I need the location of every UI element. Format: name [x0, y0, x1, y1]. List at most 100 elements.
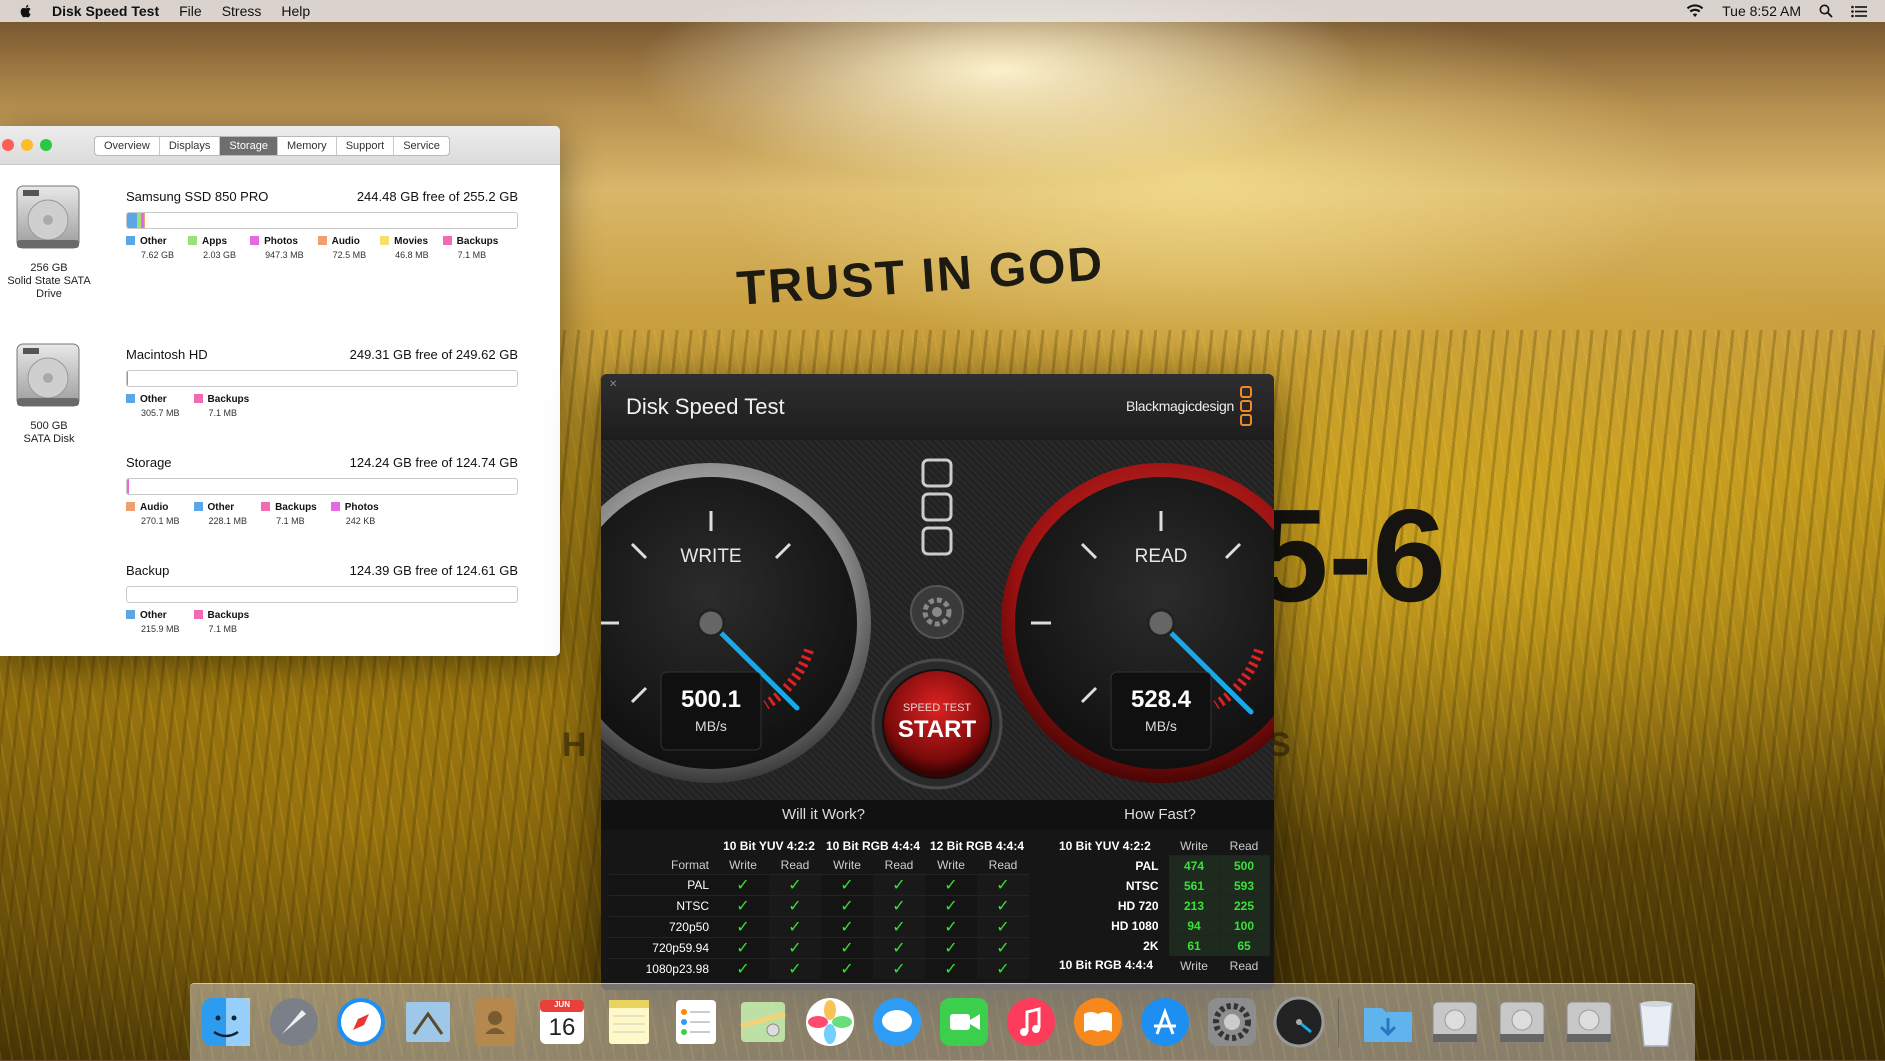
wallpaper-left-fragment: H [562, 726, 587, 764]
format-name: NTSC [609, 895, 717, 917]
codec-group-header: 10 Bit RGB 4:4:4 [825, 838, 921, 853]
speedtest-header[interactable]: ✕ Disk Speed Test Blackmagicdesign [601, 374, 1274, 441]
menu-clock[interactable]: Tue 8:52 AM [1722, 3, 1801, 19]
zoom-button[interactable] [40, 139, 52, 151]
speed-test-start-button[interactable]: SPEED TEST START [883, 670, 991, 778]
legend-item: Other 305.7 MB [126, 394, 180, 418]
volume-free: 244.48 GB free of 255.2 GB [356, 189, 518, 204]
close-button[interactable] [2, 139, 14, 151]
tab-overview[interactable]: Overview [95, 137, 160, 155]
results-header-bar: Will it Work? How Fast? [601, 800, 1274, 830]
legend-item: Apps 2.03 GB [188, 236, 236, 260]
menu-stress[interactable]: Stress [222, 3, 262, 19]
safari-icon[interactable] [333, 994, 389, 1050]
maps-icon[interactable] [735, 994, 791, 1050]
notes-icon[interactable] [601, 994, 657, 1050]
close-icon[interactable]: ✕ [609, 380, 619, 390]
check-icon: ✓ [977, 916, 1029, 938]
read-unit: MB/s [1145, 718, 1177, 734]
write-column-header: Write [1180, 838, 1208, 853]
gauge-area: WRITE 500.1 MB/s READ 528.4 MB/s SPEED T… [601, 440, 1274, 800]
speed-read-value: 65 [1218, 935, 1270, 956]
check-icon: ✓ [873, 937, 925, 959]
app-store-icon[interactable] [1137, 994, 1193, 1050]
wifi-icon[interactable] [1686, 4, 1704, 18]
downloads-folder-icon[interactable] [1360, 994, 1416, 1050]
system-information-window: Overview Displays Storage Memory Support… [0, 126, 560, 656]
write-column-header: Write [937, 857, 965, 872]
check-icon: ✓ [821, 895, 873, 917]
table-row: NTSC ✓ ✓ ✓ ✓ ✓ ✓ [609, 895, 1029, 917]
check-icon: ✓ [873, 874, 925, 896]
messages-icon[interactable] [869, 994, 925, 1050]
speed-write-value: 474 [1168, 855, 1220, 876]
check-icon: ✓ [977, 895, 1029, 917]
window-titlebar[interactable]: Overview Displays Storage Memory Support… [0, 126, 560, 165]
drive-icon[interactable] [1494, 994, 1550, 1050]
calendar-month: JUN [553, 1000, 570, 1009]
tab-service[interactable]: Service [394, 137, 449, 155]
menu-app-name[interactable]: Disk Speed Test [52, 3, 159, 19]
volume-legend: Other 305.7 MB Backups 7.1 MB [126, 394, 263, 418]
tab-memory[interactable]: Memory [278, 137, 337, 155]
drive-icon[interactable] [1427, 994, 1483, 1050]
trash-icon[interactable] [1628, 994, 1684, 1050]
speed-format-name: HD 720 [1117, 898, 1159, 913]
start-button-small-label: SPEED TEST [902, 702, 972, 714]
volume-usage-bar [126, 478, 518, 495]
format-name: 1080p23.98 [609, 958, 717, 979]
volume-usage-bar [126, 212, 518, 229]
drive-icon[interactable] [1561, 994, 1617, 1050]
check-icon: ✓ [873, 895, 925, 917]
read-value: 528.4 [1130, 686, 1192, 713]
brand-name: Blackmagicdesign [1125, 398, 1234, 414]
spotlight-search-icon[interactable] [1819, 4, 1833, 18]
ibooks-icon[interactable] [1070, 994, 1126, 1050]
facetime-icon[interactable] [936, 994, 992, 1050]
check-icon: ✓ [925, 916, 977, 938]
write-column-header: Write [1180, 958, 1208, 973]
table-row: 1080p23.98 ✓ ✓ ✓ ✓ ✓ ✓ [609, 958, 1029, 979]
menu-file[interactable]: File [179, 3, 202, 19]
itunes-icon[interactable] [1003, 994, 1059, 1050]
menu-help[interactable]: Help [281, 3, 310, 19]
system-preferences-icon[interactable] [1204, 994, 1260, 1050]
table-row: HD 1080 94 100 [1053, 915, 1270, 936]
minimize-button[interactable] [21, 139, 33, 151]
table-row: 2K 61 65 [1053, 935, 1270, 956]
mail-icon[interactable] [400, 994, 456, 1050]
tab-support[interactable]: Support [337, 137, 395, 155]
notification-center-icon[interactable] [1851, 5, 1867, 18]
legend-item: Backups 7.1 MB [261, 502, 317, 526]
usage-other [127, 371, 128, 386]
reminders-icon[interactable] [668, 994, 724, 1050]
apple-icon[interactable] [18, 3, 34, 19]
check-icon: ✓ [925, 895, 977, 917]
how-fast-table: 10 Bit YUV 4:2:2 Write Read PAL 474 500 NT… [1053, 836, 1270, 975]
disk-capacity: 500 GB [30, 420, 68, 432]
check-icon: ✓ [977, 937, 1029, 959]
tab-storage[interactable]: Storage [220, 137, 278, 155]
legend-item: Other 215.9 MB [126, 610, 180, 634]
table-row: HD 720 213 225 [1053, 895, 1270, 916]
codec-group-header: 10 Bit YUV 4:2:2 [723, 838, 815, 853]
table-row: NTSC 561 593 [1053, 875, 1270, 896]
disk-speed-test-dock-icon[interactable] [1271, 994, 1327, 1050]
read-column-header: Read [1229, 838, 1259, 853]
launchpad-icon[interactable] [266, 994, 322, 1050]
check-icon: ✓ [769, 874, 821, 896]
check-icon: ✓ [977, 874, 1029, 896]
speed-read-value: 225 [1218, 895, 1270, 916]
legend-item: Audio 72.5 MB [317, 236, 366, 260]
check-icon: ✓ [925, 958, 977, 979]
file-settings-toggle[interactable] [923, 460, 951, 554]
legend-item: Other 7.62 GB [126, 236, 174, 260]
photos-icon[interactable] [802, 994, 858, 1050]
check-icon: ✓ [769, 916, 821, 938]
tab-displays[interactable]: Displays [160, 137, 221, 155]
settings-gear-icon[interactable] [911, 586, 963, 638]
volume-usage-bar [126, 586, 518, 603]
finder-icon[interactable] [198, 994, 254, 1050]
contacts-icon[interactable] [467, 994, 523, 1050]
read-column-header: Read [780, 857, 810, 872]
